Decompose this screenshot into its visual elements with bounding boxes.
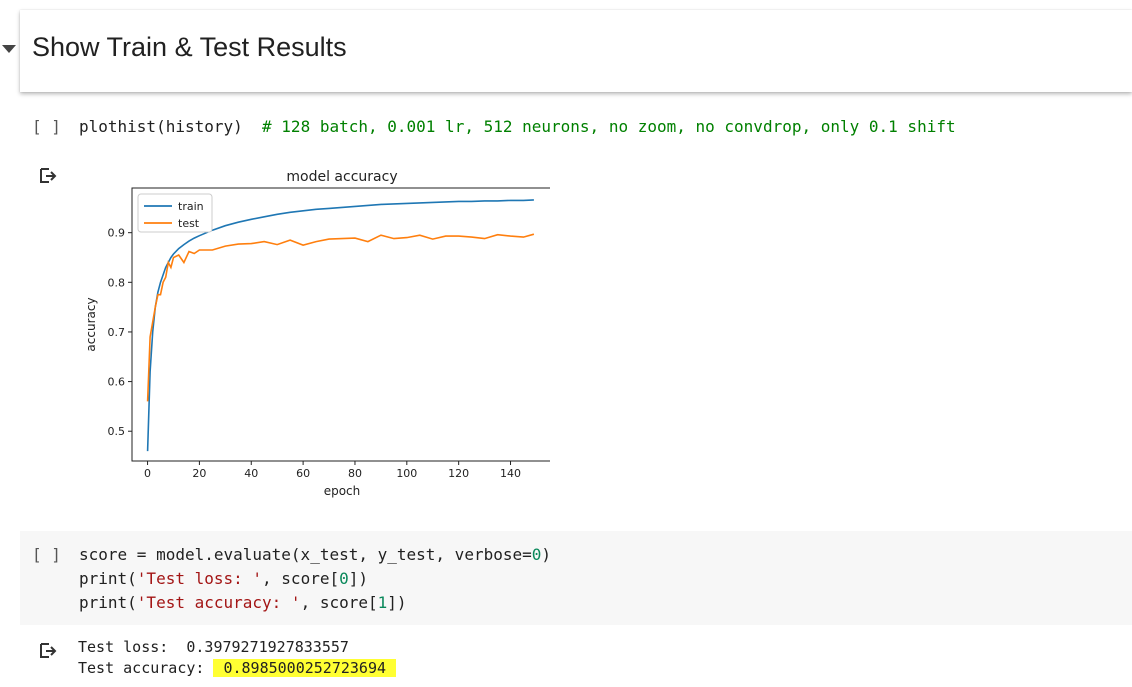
code-comment: # 128 batch, 0.001 lr, 512 neurons, no z… [262,117,956,136]
code-text: , score[ [262,569,340,588]
y-tick-label: 0.7 [108,326,126,339]
collapse-caret-icon[interactable] [2,45,16,53]
output-arrow-icon[interactable] [38,166,58,186]
code-editor[interactable]: plothist(history) # 128 batch, 0.001 lr,… [79,117,956,136]
legend-label-train: train [178,200,204,213]
output-arrow-icon[interactable] [38,641,58,661]
y-tick-label: 0.6 [108,376,126,389]
code-line[interactable]: print('Test accuracy: ', score[1]) [79,593,407,612]
accuracy-chart: model accuracy 0 20 40 60 80 100 120 140 0.5 0.6 0.… [84,169,550,498]
code-line[interactable]: score = model.evaluate(x_test, y_test, v… [79,545,551,564]
run-cell-button[interactable]: [ ] [32,117,61,136]
x-tick-label: 0 [144,467,151,480]
code-number: 0 [339,569,349,588]
run-cell-button[interactable]: [ ] [32,545,61,564]
code-text: score = model.evaluate(x_test, y_test, v… [79,545,532,564]
section-title: Show Train & Test Results [32,32,347,62]
x-axis-label: epoch [324,484,361,498]
accuracy-label: Test accuracy: [78,659,214,677]
x-tick-label: 120 [448,467,469,480]
output-line-loss: Test loss: 0.3979271927833557 [78,638,349,656]
code-text: print( [79,569,137,588]
loss-value: 0.3979271927833557 [186,638,349,656]
x-tick-label: 40 [244,467,258,480]
code-string: 'Test accuracy: ' [136,593,301,612]
y-tick-label: 0.8 [108,276,126,289]
code-text: print( [79,593,137,612]
code-number: 1 [377,593,388,612]
code-text: plothist(history) [79,117,263,136]
code-text: ) [541,545,552,564]
loss-label: Test loss: [78,638,187,656]
x-tick-label: 140 [500,467,521,480]
chart-title: model accuracy [286,169,397,185]
y-tick-label: 0.9 [108,227,126,240]
output-line-accuracy: Test accuracy: 0.8985000252723694 [78,659,397,677]
x-tick-label: 60 [296,467,310,480]
x-tick-label: 20 [192,467,206,480]
x-tick-label: 100 [396,467,417,480]
code-text: ]) [387,593,407,612]
accuracy-value-highlight: 0.8985000252723694 [213,659,397,677]
code-number: 0 [531,545,542,564]
y-axis-label: accuracy [84,297,98,351]
code-text: , score[ [300,593,378,612]
code-line[interactable]: print('Test loss: ', score[0]) [79,569,368,588]
section-header: Show Train & Test Results [20,10,1132,92]
code-text: ]) [348,569,368,588]
x-tick-label: 80 [348,467,362,480]
code-string: 'Test loss: ' [136,569,263,588]
legend-label-test: test [178,217,200,230]
y-tick-label: 0.5 [108,425,126,438]
